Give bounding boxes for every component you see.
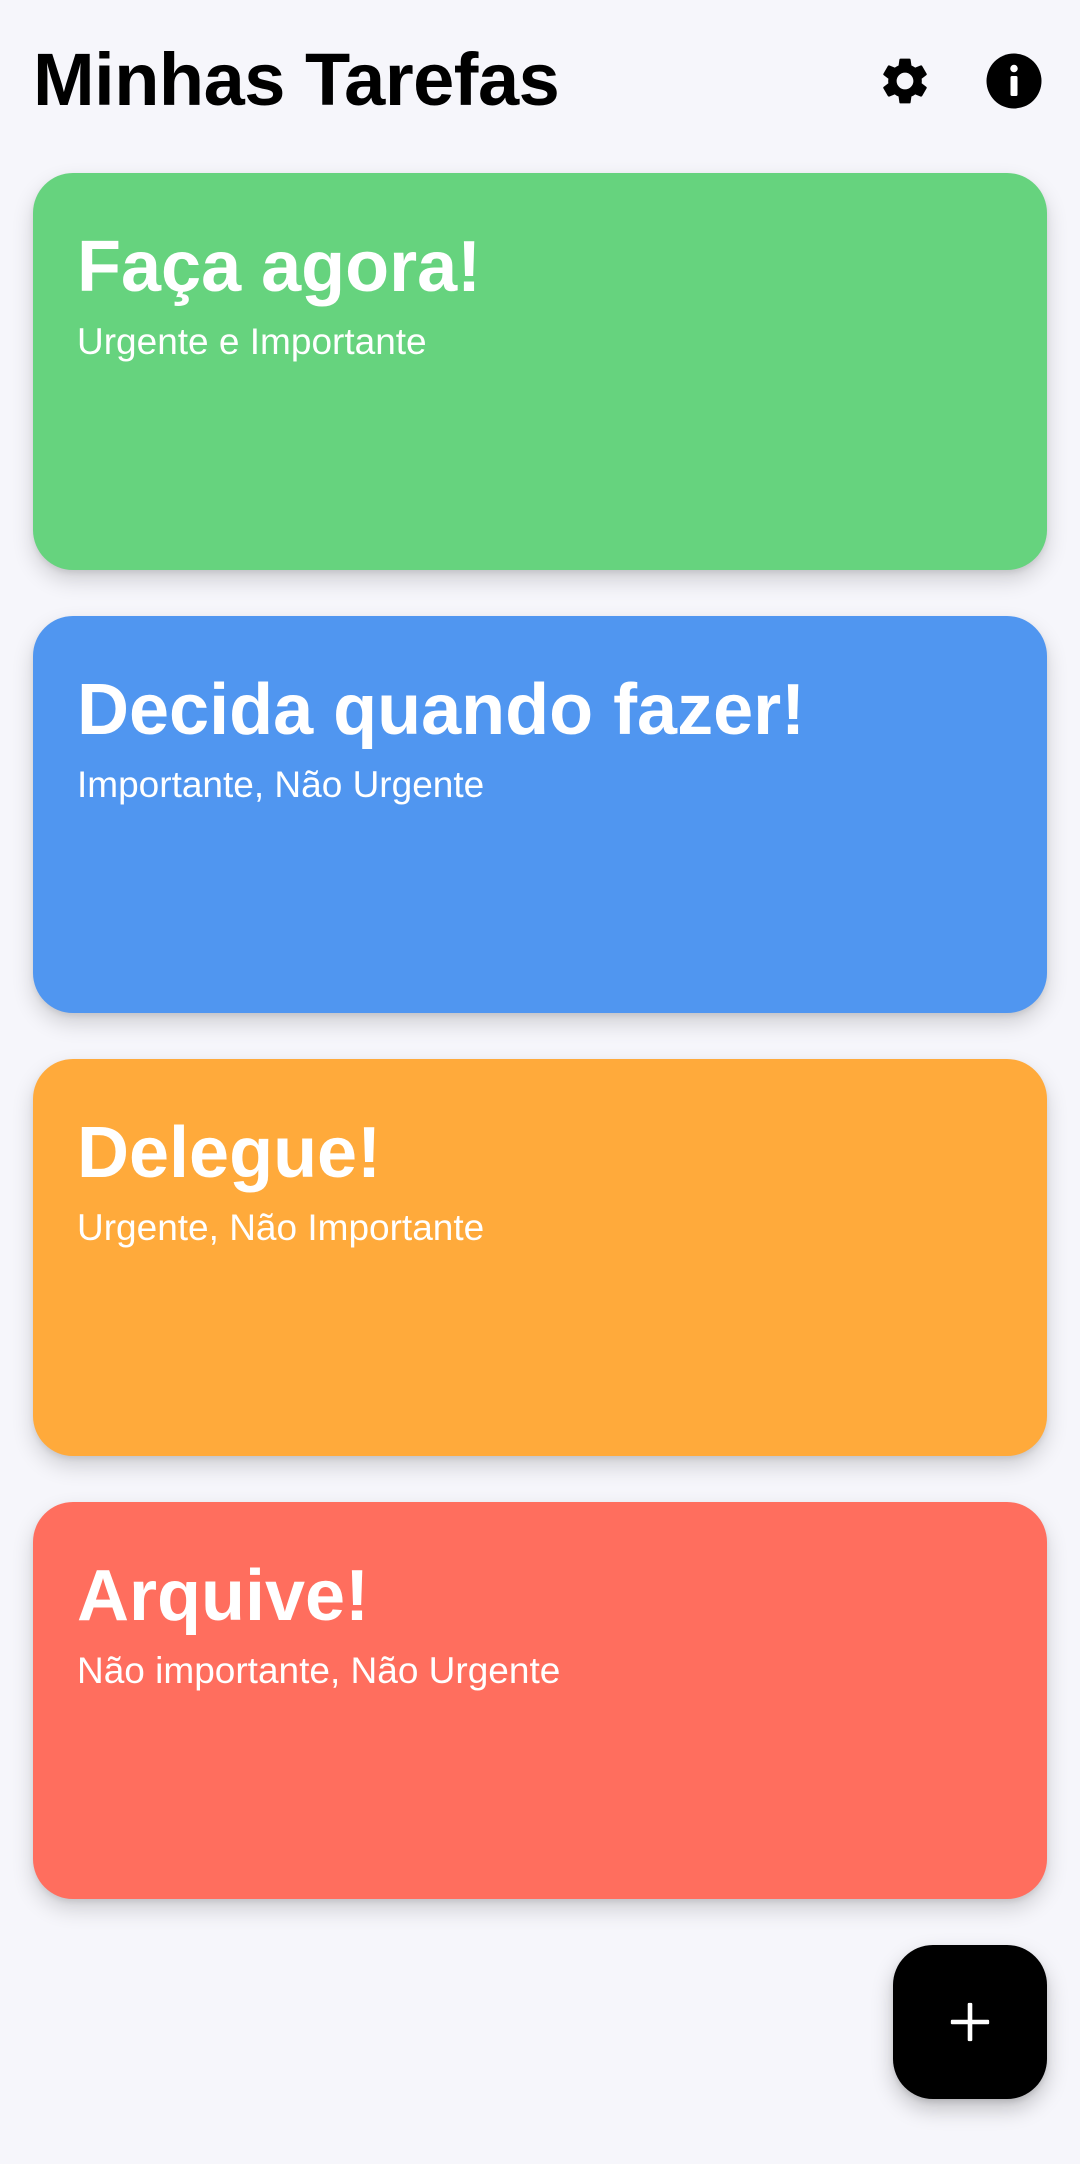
settings-button[interactable] [874, 50, 936, 112]
quadrant-subtitle: Não importante, Não Urgente [77, 1650, 561, 1691]
quadrant-card-delegate[interactable]: Delegue! Urgente, Não Importante [33, 1059, 1047, 1456]
app-header: Minhas Tarefas [0, 0, 1080, 160]
quadrant-subtitle: Urgente e Importante [77, 321, 427, 362]
quadrant-card-schedule[interactable]: Decida quando fazer! Importante, Não Urg… [33, 616, 1047, 1013]
quadrant-card-archive[interactable]: Arquive! Não importante, Não Urgente [33, 1502, 1047, 1899]
info-icon [986, 53, 1042, 109]
info-button[interactable] [983, 50, 1045, 112]
add-task-button[interactable] [893, 1945, 1047, 2099]
quadrant-card-do-now[interactable]: Faça agora! Urgente e Importante [33, 173, 1047, 570]
quadrant-title: Delegue! [77, 1113, 382, 1193]
quadrant-title: Arquive! [77, 1556, 370, 1636]
quadrant-title: Decida quando fazer! [77, 670, 806, 750]
app-screen: Minhas Tarefas Faça agora! Urgente e Imp… [0, 0, 1080, 2164]
quadrant-subtitle: Importante, Não Urgente [77, 764, 485, 805]
page-title: Minhas Tarefas [33, 38, 560, 121]
quadrant-subtitle: Urgente, Não Importante [77, 1207, 485, 1248]
gear-icon [883, 58, 927, 104]
quadrant-title: Faça agora! [77, 227, 482, 307]
plus-icon [950, 2002, 990, 2042]
